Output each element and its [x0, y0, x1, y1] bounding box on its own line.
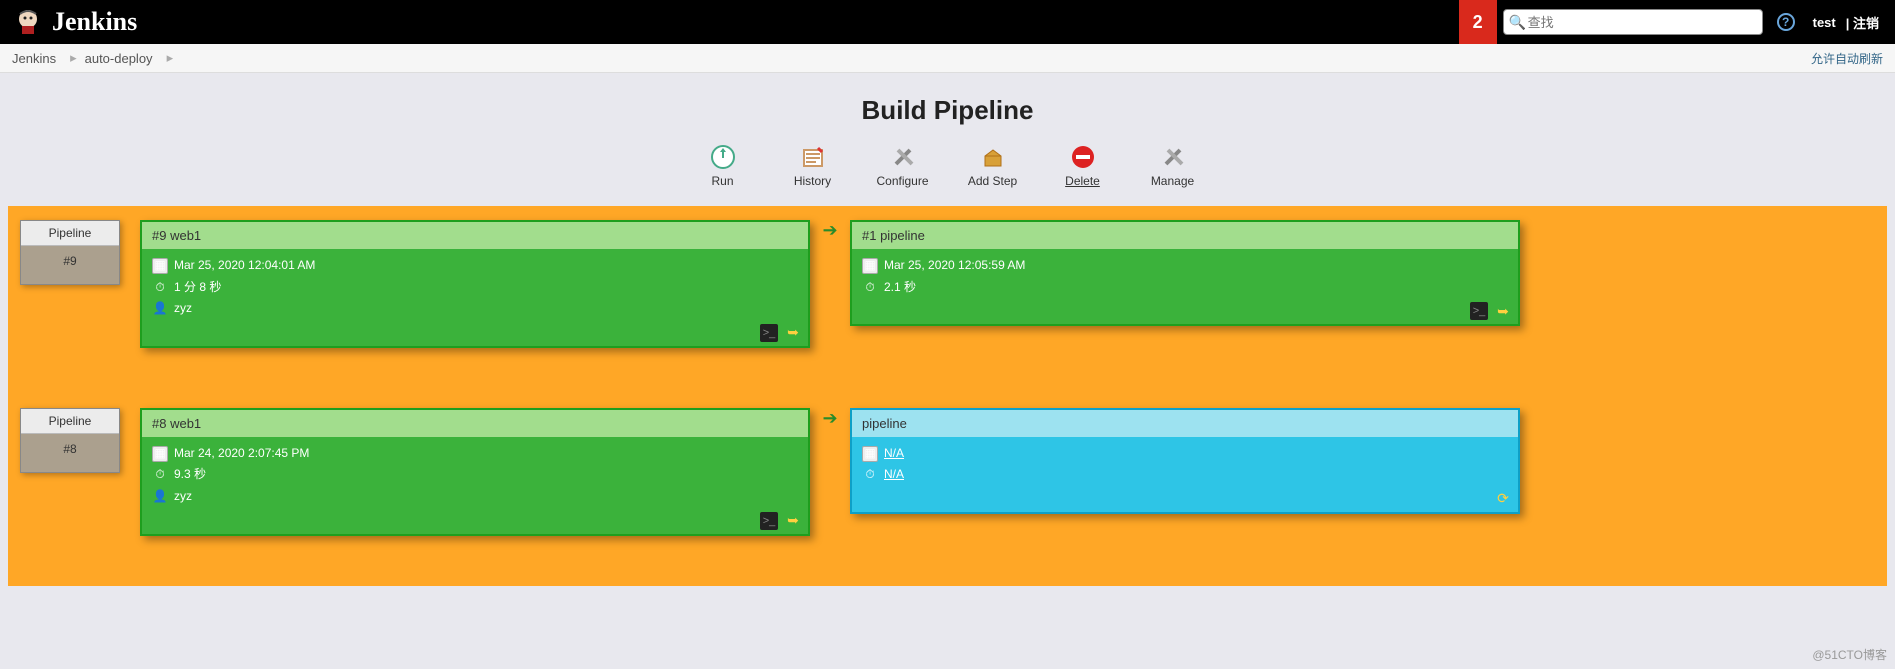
- pipeline-label-num: #8: [21, 434, 119, 472]
- notification-badge[interactable]: 2: [1459, 0, 1497, 44]
- stage-body: ▦ N/A ⏱ N/A: [852, 437, 1518, 512]
- delete-button[interactable]: Delete: [1053, 144, 1113, 188]
- na-link[interactable]: N/A: [884, 464, 904, 486]
- calendar-icon: ▦: [862, 446, 878, 462]
- pipeline-label-top: Pipeline: [21, 409, 119, 434]
- user-icon: 👤: [152, 301, 168, 317]
- breadcrumb-item[interactable]: auto-deploy: [85, 51, 153, 66]
- calendar-icon: ▦: [862, 258, 878, 274]
- delete-icon: [1070, 144, 1096, 170]
- stage-arrow: ➔: [810, 220, 850, 241]
- add-step-icon: [980, 144, 1006, 170]
- rerun-icon[interactable]: ➥: [784, 324, 802, 342]
- stage-body: ▦Mar 25, 2020 12:04:01 AM ⏱1 分 8 秒 👤zyz: [142, 249, 808, 346]
- auto-refresh-link[interactable]: 允许自动刷新: [1811, 50, 1883, 67]
- watermark: @51CTO博客: [1812, 646, 1887, 663]
- page-title: Build Pipeline: [0, 95, 1895, 126]
- add-step-button[interactable]: Add Step: [963, 144, 1023, 188]
- stage-body: ▦Mar 24, 2020 2:07:45 PM ⏱9.3 秒 👤zyz: [142, 437, 808, 534]
- chevron-right-icon: ▸: [167, 50, 174, 66]
- chevron-right-icon: ▸: [70, 50, 77, 66]
- calendar-icon: ▦: [152, 258, 168, 274]
- stage-title: #8 web1: [142, 410, 808, 437]
- clock-icon: ⏱: [152, 279, 168, 295]
- na-link[interactable]: N/A: [884, 443, 904, 465]
- stage-card[interactable]: pipeline ▦ N/A ⏱ N/A ⟳: [850, 408, 1520, 514]
- jenkins-logo-icon: [12, 6, 44, 38]
- breadcrumb-item[interactable]: Jenkins: [12, 51, 56, 66]
- history-button[interactable]: History: [783, 144, 843, 188]
- pipeline-label-top: Pipeline: [21, 221, 119, 246]
- pipeline-row: Pipeline #9 #9 web1 ▦Mar 25, 2020 12:04:…: [20, 220, 1875, 348]
- run-button[interactable]: Run: [693, 144, 753, 188]
- stage-body: ▦Mar 25, 2020 12:05:59 AM ⏱2.1 秒: [852, 249, 1518, 324]
- user-icon: 👤: [152, 489, 168, 505]
- arrow-right-icon: ➔: [822, 220, 837, 241]
- rerun-icon[interactable]: ➥: [784, 512, 802, 530]
- user-link[interactable]: test: [1813, 15, 1836, 30]
- pipeline-label-num: #9: [21, 246, 119, 284]
- pipeline-label[interactable]: Pipeline #9: [20, 220, 120, 285]
- configure-icon: [890, 144, 916, 170]
- pipeline-grid: Pipeline #9 #9 web1 ▦Mar 25, 2020 12:04:…: [8, 206, 1887, 586]
- configure-button[interactable]: Configure: [873, 144, 933, 188]
- breadcrumb: Jenkins ▸ auto-deploy ▸ 允许自动刷新: [0, 44, 1895, 73]
- stage-title: #9 web1: [142, 222, 808, 249]
- clock-icon: ⏱: [862, 279, 878, 295]
- search-input[interactable]: [1503, 9, 1763, 35]
- rerun-icon[interactable]: ➥: [1494, 302, 1512, 320]
- logo[interactable]: Jenkins: [0, 6, 137, 38]
- pipeline-label[interactable]: Pipeline #8: [20, 408, 120, 473]
- top-header: Jenkins 2 🔍 ? test | 注销: [0, 0, 1895, 44]
- clock-icon: ⏱: [862, 467, 878, 483]
- manage-button[interactable]: Manage: [1143, 144, 1203, 188]
- stage-card[interactable]: #9 web1 ▦Mar 25, 2020 12:04:01 AM ⏱1 分 8…: [140, 220, 810, 348]
- manage-icon: [1160, 144, 1186, 170]
- logout-link[interactable]: | 注销: [1846, 13, 1879, 32]
- spinner-icon[interactable]: ⟳: [1494, 490, 1512, 508]
- stage-card[interactable]: #8 web1 ▦Mar 24, 2020 2:07:45 PM ⏱9.3 秒 …: [140, 408, 810, 536]
- pipeline-row: Pipeline #8 #8 web1 ▦Mar 24, 2020 2:07:4…: [20, 408, 1875, 536]
- console-icon[interactable]: >_: [760, 324, 778, 342]
- arrow-right-icon: ➔: [822, 408, 837, 429]
- stage-arrow: ➔: [810, 408, 850, 429]
- console-icon[interactable]: >_: [1470, 302, 1488, 320]
- search-wrap: 🔍: [1503, 9, 1763, 35]
- console-icon[interactable]: >_: [760, 512, 778, 530]
- brand-name: Jenkins: [52, 7, 137, 37]
- history-icon: [800, 144, 826, 170]
- stage-title: pipeline: [852, 410, 1518, 437]
- clock-icon: ⏱: [152, 467, 168, 483]
- calendar-icon: ▦: [152, 446, 168, 462]
- run-icon: [710, 144, 736, 170]
- stage-title: #1 pipeline: [852, 222, 1518, 249]
- help-icon[interactable]: ?: [1777, 13, 1795, 31]
- stage-card[interactable]: #1 pipeline ▦Mar 25, 2020 12:05:59 AM ⏱2…: [850, 220, 1520, 326]
- pipeline-toolbar: Run History Configure Add Step Delete Ma…: [0, 144, 1895, 188]
